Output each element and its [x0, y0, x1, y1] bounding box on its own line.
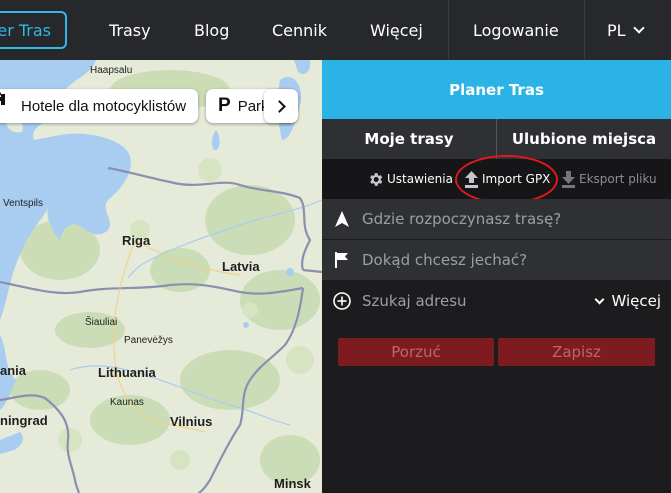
search-address-placeholder: Szukaj adresu	[362, 292, 467, 310]
nav-blog[interactable]: Blog	[194, 0, 229, 60]
map-place-label: Vilnius	[170, 414, 213, 429]
parking-icon: P	[218, 95, 231, 116]
panel-title: Planer Tras	[322, 60, 671, 119]
nav-divider	[584, 0, 585, 60]
export-file-label: Eksport pliku	[579, 172, 657, 186]
map-place-label: Panevėžys	[124, 335, 173, 346]
route-planner-panel: Planer Tras Moje trasy Ulubione miejsca …	[322, 60, 671, 493]
map-place-label: Latvia	[222, 259, 260, 274]
start-location-placeholder: Gdzie rozpoczynasz trasę?	[362, 210, 562, 228]
chevron-down-icon	[632, 21, 645, 34]
search-address-row[interactable]: Szukaj adresu Więcej	[322, 281, 671, 321]
more-options-label: Więcej	[611, 292, 661, 310]
nav-more[interactable]: Więcej	[370, 0, 423, 60]
start-location-field[interactable]: Gdzie rozpoczynasz trasę?	[322, 199, 671, 239]
map-place-label: ania	[0, 363, 27, 378]
more-options-button[interactable]: Więcej	[595, 281, 661, 321]
chip-motorcycle-hotels[interactable]: Hotele dla motocyklistów	[0, 89, 198, 123]
plus-circle-icon	[322, 292, 362, 310]
download-icon	[562, 170, 575, 188]
map-place-label: Ventspils	[3, 198, 44, 209]
settings-label: Ustawienia	[387, 172, 453, 186]
map-place-label: Šiauliai	[85, 317, 118, 328]
settings-button[interactable]: Ustawienia	[367, 159, 453, 199]
nav-route-planner[interactable]: Planer Tras	[0, 11, 67, 49]
tab-my-routes[interactable]: Moje trasy	[322, 119, 496, 159]
chip-label: Hotele dla motocyklistów	[21, 97, 187, 115]
map-place-label: ningrad	[0, 413, 48, 428]
export-file-button[interactable]: Eksport pliku	[561, 159, 657, 199]
panel-tabs: Moje trasy Ulubione miejsca	[322, 119, 671, 159]
highlight-annotation	[455, 155, 558, 204]
save-button[interactable]: Zapisz	[498, 338, 655, 366]
gear-icon	[370, 172, 383, 186]
discard-button[interactable]: Porzuć	[338, 338, 494, 366]
top-navigation: Planer Tras Trasy Blog Cennik Więcej Log…	[0, 0, 671, 60]
destination-field[interactable]: Dokąd chcesz jechać?	[322, 240, 671, 280]
map-canvas	[0, 60, 322, 493]
navigation-arrow-icon	[322, 211, 362, 227]
nav-routes[interactable]: Trasy	[109, 0, 151, 60]
map-place-label: Minsk	[274, 476, 311, 491]
nav-divider	[448, 0, 449, 60]
destination-placeholder: Dokąd chcesz jechać?	[362, 251, 528, 269]
nav-pricing[interactable]: Cennik	[272, 0, 327, 60]
chips-scroll-right-button[interactable]	[264, 89, 298, 123]
map-place-label: Lithuania	[98, 365, 156, 380]
language-selector[interactable]: PL	[607, 0, 645, 60]
chevron-down-icon	[595, 294, 605, 304]
bed-icon	[0, 92, 13, 114]
tab-favourite-places[interactable]: Ulubione miejsca	[497, 119, 671, 159]
flag-icon	[322, 252, 362, 268]
map-place-label: Riga	[122, 233, 151, 248]
map-view[interactable]: Haapsalu Ventspils Riga Latvia Šiauliai …	[0, 60, 322, 493]
map-place-label: Kaunas	[110, 397, 144, 408]
language-code: PL	[607, 20, 626, 40]
chevron-right-icon	[272, 99, 286, 113]
nav-login[interactable]: Logowanie	[473, 0, 559, 60]
map-place-label: Haapsalu	[90, 65, 133, 76]
